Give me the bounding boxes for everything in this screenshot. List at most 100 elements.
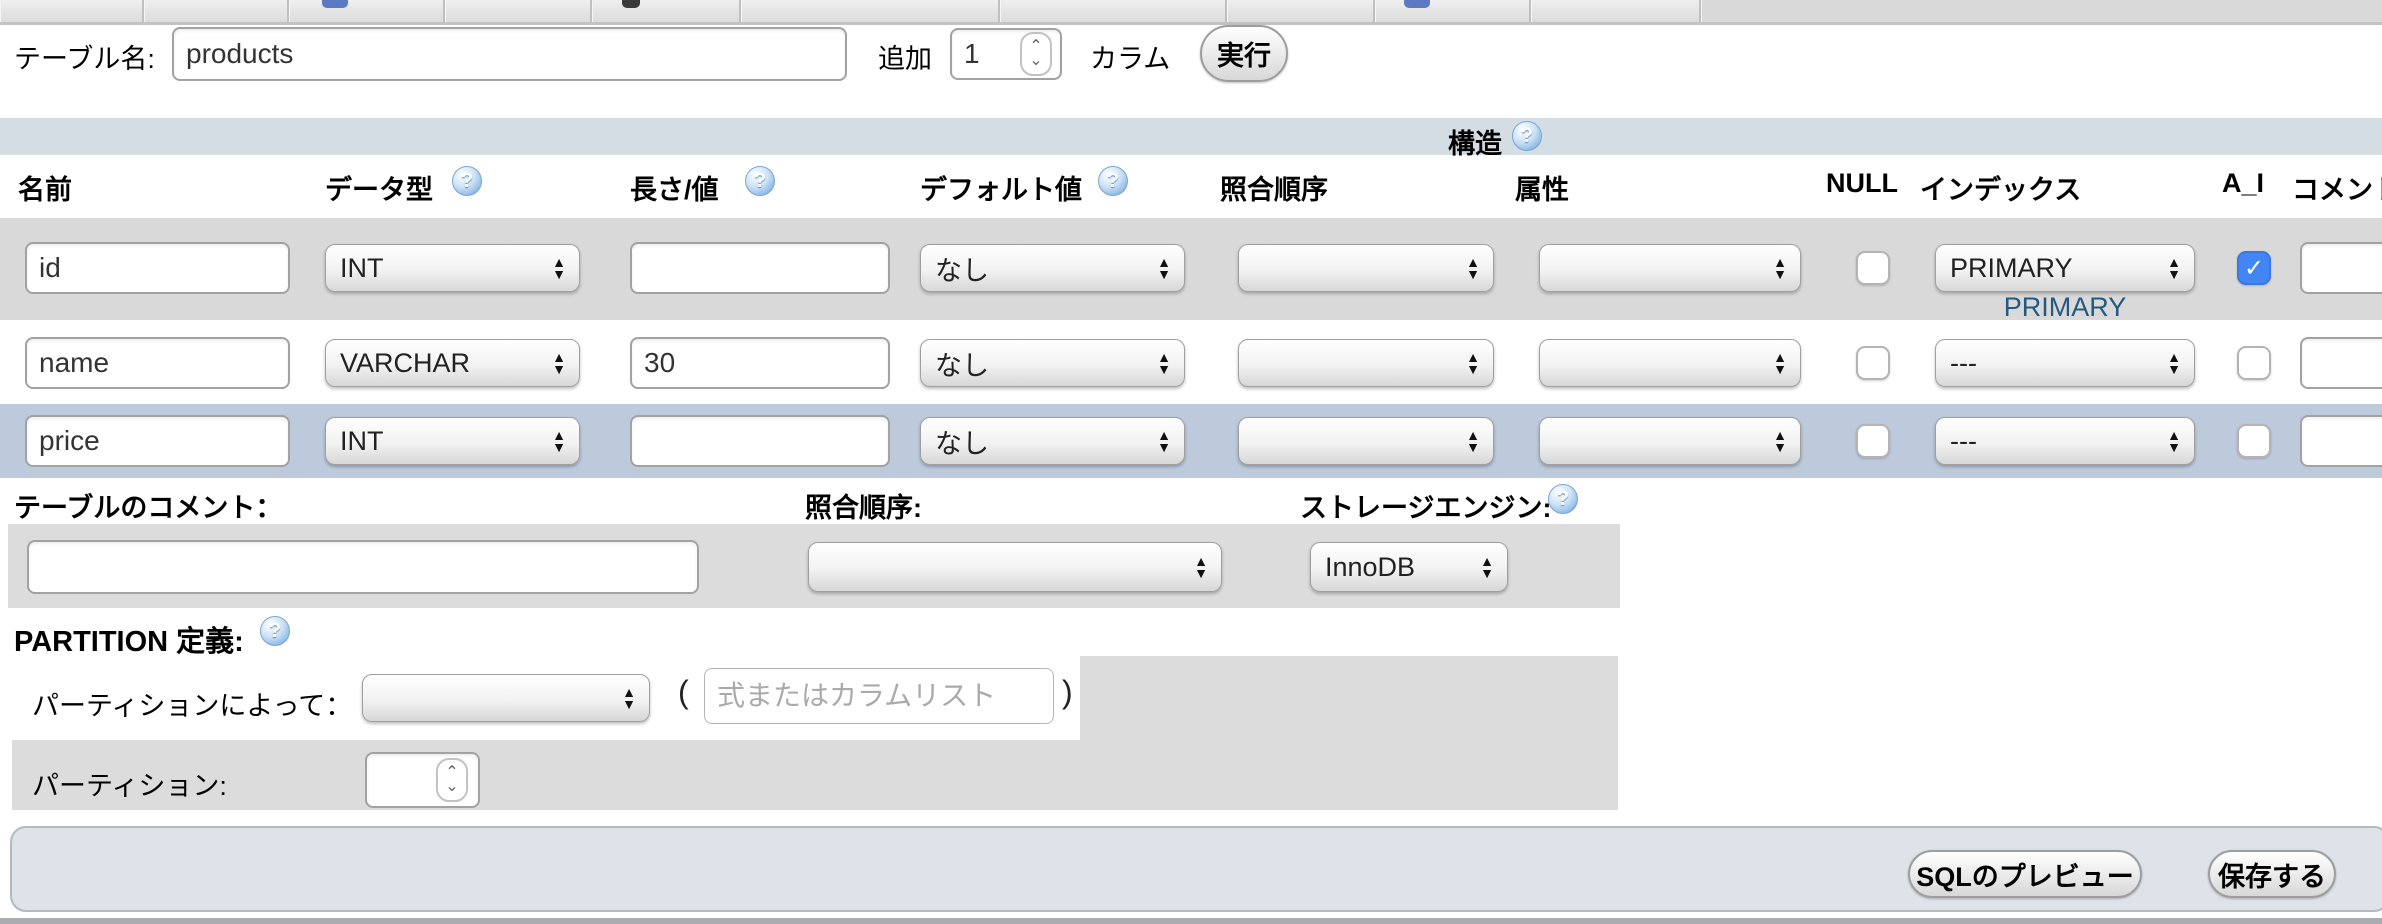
- nav-tab[interactable]: [741, 0, 1000, 22]
- stepper-icon[interactable]: ⌃⌄: [436, 758, 468, 802]
- nav-tab[interactable]: [144, 0, 289, 22]
- select-value: VARCHAR: [340, 348, 470, 379]
- select-arrows-icon: ▲▼: [1480, 555, 1494, 579]
- tab-bar-filler: [1701, 0, 2382, 22]
- length-input[interactable]: [630, 415, 890, 467]
- nav-tab[interactable]: [1375, 0, 1531, 22]
- select-arrows-icon: ▲▼: [622, 686, 636, 710]
- go-button[interactable]: 実行: [1200, 25, 1288, 82]
- select-arrows-icon: ▲▼: [1157, 429, 1171, 453]
- table-collation-label: 照合順序:: [805, 486, 922, 525]
- select-value: InnoDB: [1325, 552, 1415, 583]
- bottom-edge: [0, 918, 2382, 924]
- partition-by-label: パーティションによって：: [32, 684, 352, 723]
- nav-tab[interactable]: [1531, 0, 1701, 22]
- select-arrows-icon: ▲▼: [552, 351, 566, 375]
- nav-tab[interactable]: [0, 0, 144, 22]
- partition-title: PARTITION 定義:: [14, 618, 244, 660]
- select-arrows-icon: ▲▼: [1466, 351, 1480, 375]
- header-length: 長さ/値: [630, 168, 719, 207]
- stepper-down-icon: ⌄: [445, 780, 458, 794]
- columns-word-label: カラム: [1090, 37, 1170, 76]
- index-select[interactable]: ---▲▼: [1935, 417, 2195, 465]
- ai-checkbox[interactable]: [2237, 346, 2271, 380]
- nav-tab[interactable]: [289, 0, 445, 22]
- header-ai: A_I: [2222, 168, 2264, 199]
- help-icon[interactable]: ?: [1548, 484, 1578, 514]
- select-arrows-icon: ▲▼: [1773, 429, 1787, 453]
- comment-input[interactable]: [2300, 242, 2382, 294]
- select-value: INT: [340, 253, 384, 284]
- nav-tab[interactable]: [1000, 0, 1227, 22]
- select-arrows-icon: ▲▼: [552, 256, 566, 280]
- table-name-input[interactable]: [172, 27, 847, 81]
- structure-band: [0, 118, 2382, 155]
- partition-box: パーティションによって： ▲▼ ( ) パーティション: ⌃⌄: [12, 656, 1618, 810]
- length-input[interactable]: [630, 337, 890, 389]
- column-name-input[interactable]: [25, 337, 290, 389]
- structure-title: 構造: [1448, 122, 1502, 161]
- stepper-down-icon: ⌄: [1029, 54, 1042, 68]
- header-index: インデックス: [1920, 168, 2081, 207]
- primary-index-link[interactable]: PRIMARY: [1935, 292, 2195, 323]
- null-checkbox[interactable]: [1856, 251, 1890, 285]
- select-arrows-icon: ▲▼: [1466, 429, 1480, 453]
- header-type: データ型: [325, 168, 433, 207]
- default-select[interactable]: なし▲▼: [920, 244, 1185, 292]
- top-tab-bar: [0, 0, 2382, 25]
- ai-checkbox[interactable]: ✓: [2237, 251, 2271, 285]
- header-name: 名前: [18, 168, 72, 207]
- sql-preview-button[interactable]: SQLのプレビュー: [1908, 850, 2142, 898]
- help-icon[interactable]: ?: [452, 166, 482, 196]
- length-input[interactable]: [630, 242, 890, 294]
- attributes-select[interactable]: ▲▼: [1539, 417, 1801, 465]
- help-icon[interactable]: ?: [1512, 121, 1542, 151]
- select-value: なし: [935, 422, 989, 461]
- select-value: なし: [935, 249, 989, 288]
- ai-checkbox[interactable]: [2237, 424, 2271, 458]
- header-null: NULL: [1826, 168, 1898, 199]
- comment-input[interactable]: [2300, 337, 2382, 389]
- open-paren: (: [678, 674, 689, 711]
- select-value: なし: [935, 344, 989, 383]
- table-comment-label: テーブルのコメント：: [14, 486, 282, 525]
- save-button[interactable]: 保存する: [2208, 850, 2336, 898]
- select-arrows-icon: ▲▼: [552, 429, 566, 453]
- null-checkbox[interactable]: [1856, 346, 1890, 380]
- collation-select[interactable]: ▲▼: [1238, 417, 1494, 465]
- table-collation-select[interactable]: ▲▼: [808, 542, 1222, 592]
- nav-tab[interactable]: [1227, 0, 1375, 22]
- nav-tab[interactable]: [445, 0, 592, 22]
- type-select[interactable]: INT ▲▼: [325, 244, 580, 292]
- comment-input[interactable]: [2300, 415, 2382, 467]
- storage-engine-select[interactable]: InnoDB ▲▼: [1310, 542, 1508, 592]
- collation-select[interactable]: ▲▼: [1238, 339, 1494, 387]
- header-collation: 照合順序: [1220, 168, 1328, 207]
- partition-expression-input[interactable]: [704, 668, 1054, 724]
- nav-tab[interactable]: [592, 0, 741, 22]
- column-row: VARCHAR ▲▼ なし▲▼ ▲▼ ▲▼ ---▲▼: [0, 327, 2382, 400]
- index-select[interactable]: PRIMARY▲▼: [1935, 244, 2195, 292]
- stepper-icon[interactable]: ⌃⌄: [1020, 32, 1052, 76]
- default-select[interactable]: なし ▲▼: [920, 417, 1185, 465]
- attributes-select[interactable]: ▲▼: [1539, 339, 1801, 387]
- help-icon[interactable]: ?: [745, 166, 775, 196]
- column-row: INT▲▼ なし▲▼ ▲▼ ▲▼ PRIMARY▲▼ PRIMARY ✓: [0, 218, 2382, 320]
- table-comment-input[interactable]: [27, 540, 699, 594]
- default-select[interactable]: なし▲▼: [920, 339, 1185, 387]
- attributes-select[interactable]: ▲▼: [1539, 244, 1801, 292]
- help-icon[interactable]: ?: [260, 616, 290, 646]
- index-select[interactable]: ---▲▼: [1935, 339, 2195, 387]
- type-select[interactable]: VARCHAR ▲▼: [325, 339, 580, 387]
- select-arrows-icon: ▲▼: [2167, 256, 2181, 280]
- partition-by-select[interactable]: ▲▼: [362, 674, 650, 722]
- select-value: ---: [1950, 348, 1977, 379]
- help-icon[interactable]: ?: [1098, 166, 1128, 196]
- column-name-input[interactable]: [25, 415, 290, 467]
- select-value: ---: [1950, 426, 1977, 457]
- null-checkbox[interactable]: [1856, 424, 1890, 458]
- column-name-input[interactable]: [25, 242, 290, 294]
- tab-icon-fragment: [322, 0, 348, 8]
- collation-select[interactable]: ▲▼: [1238, 244, 1494, 292]
- type-select[interactable]: INT▲▼: [325, 417, 580, 465]
